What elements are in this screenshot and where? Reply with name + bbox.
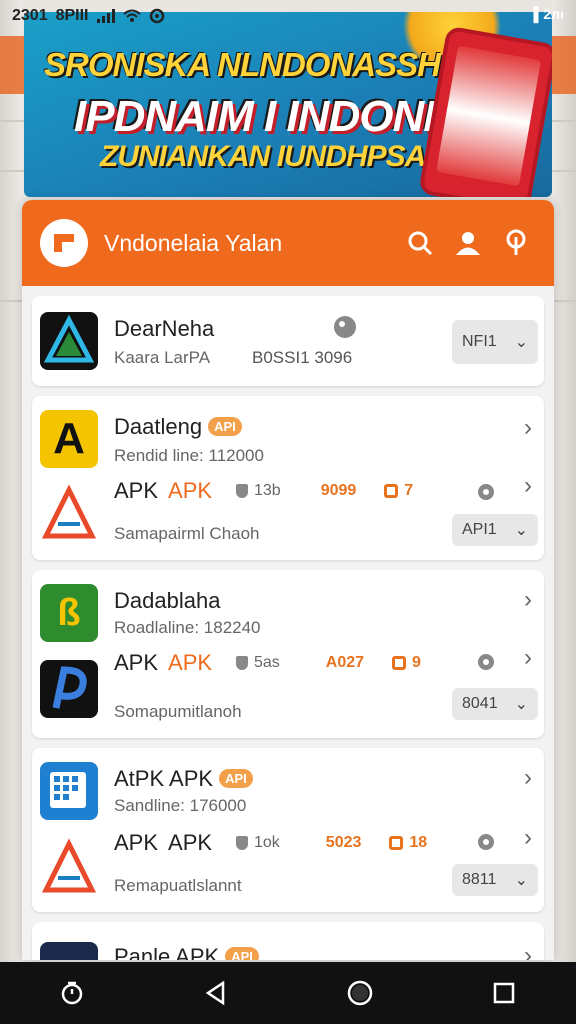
status-bar: 2301 8PIII ▌2лı — [0, 0, 576, 32]
assistant-icon[interactable] — [47, 968, 97, 1018]
item-title: Daatleng API — [114, 414, 242, 440]
chevron-down-icon: ⌄ — [514, 696, 528, 713]
item-stats: 5as A027 9 — [236, 654, 421, 672]
stat-size: 5as — [254, 654, 280, 671]
signal-icon — [96, 9, 115, 23]
item-title: Panle APK API — [114, 944, 259, 960]
version-dropdown[interactable]: NFI1 ⌄ — [452, 320, 538, 364]
list-item[interactable]: DearNeha Kaara LarPA B0SSI1 3096 NFI1 ⌄ — [32, 296, 544, 386]
app-logo — [40, 219, 88, 267]
item-code: B0SSI1 3096 — [252, 348, 353, 367]
dropdown-value: 8811 — [462, 871, 497, 888]
dropdown-value: NFI1 — [462, 333, 497, 350]
stat-version: 9 — [412, 654, 421, 671]
banner-line-1: SRONISKA NLNDONASSH — [44, 46, 441, 83]
version-dropdown[interactable]: API1 ⌄ — [452, 514, 538, 546]
chevron-right-icon[interactable]: › — [524, 942, 532, 960]
stat-size: 13b — [254, 482, 281, 499]
app-icon-secondary — [40, 838, 98, 896]
sync-icon — [149, 8, 164, 24]
stat-count: 9099 — [320, 482, 357, 499]
status-battery: ▌2лı — [533, 6, 565, 22]
api-badge: API — [219, 769, 253, 788]
apk-label: APK APK — [114, 830, 213, 855]
wifi-icon — [122, 9, 141, 22]
chevron-right-icon[interactable]: › — [524, 764, 532, 792]
box-icon — [384, 484, 399, 498]
app-header: Vndonelaia Yalan — [22, 200, 554, 286]
chevron-down-icon: ⌄ — [514, 522, 528, 539]
chevron-right-icon[interactable]: › — [524, 824, 532, 852]
background-edge-left — [0, 0, 22, 1024]
api-badge: API — [208, 417, 242, 436]
apk-label: APK APK — [114, 478, 213, 503]
list-item[interactable]: A Daatleng API Rendid line: 112000 › APK A… — [32, 396, 544, 560]
item-subtitle: Roadlaline: 182240 — [114, 618, 261, 637]
verified-icon — [334, 316, 356, 338]
item-title: Dadablaha — [114, 588, 221, 613]
app-icon-secondary — [40, 484, 98, 542]
app-icon — [40, 942, 98, 960]
banner-line-3: ZUNIANKAN IUNDHPSAN — [100, 140, 447, 173]
dropdown-value: 8041 — [462, 695, 498, 712]
shield-icon — [236, 484, 248, 498]
list-item[interactable]: ß Dadablaha Roadlaline: 182240 › APK APK … — [32, 570, 544, 738]
back-icon[interactable] — [191, 968, 241, 1018]
shield-icon — [236, 836, 248, 850]
search-icon[interactable] — [400, 223, 440, 263]
promo-banner[interactable]: SRONISKA NLNDONASSH IPDNAIM I INDONFSA! … — [24, 12, 552, 197]
app-list: DearNeha Kaara LarPA B0SSI1 3096 NFI1 ⌄ … — [22, 286, 554, 960]
chevron-right-icon[interactable]: › — [524, 644, 532, 672]
item-stats: 13b 9099 7 — [236, 482, 413, 500]
item-title: AtPK APK API — [114, 766, 253, 792]
list-item[interactable]: Panle APK API › — [32, 922, 544, 960]
settings-dot-icon[interactable] — [478, 654, 494, 670]
box-icon — [389, 836, 404, 850]
item-caption: Remapuatlslannt — [114, 876, 242, 895]
info-icon[interactable] — [496, 223, 536, 263]
app-icon: ß — [40, 584, 98, 642]
version-dropdown[interactable]: 8811 ⌄ — [452, 864, 538, 896]
home-icon[interactable] — [335, 968, 385, 1018]
chevron-right-icon[interactable]: › — [524, 586, 532, 614]
background-edge-right — [552, 0, 576, 1024]
chevron-right-icon[interactable]: › — [524, 472, 532, 500]
version-dropdown[interactable]: 8041 ⌄ — [452, 688, 538, 720]
status-network: 8PIII — [55, 7, 89, 24]
shield-icon — [236, 656, 248, 670]
recents-icon[interactable] — [479, 968, 529, 1018]
app-icon — [40, 312, 98, 370]
person-icon[interactable] — [448, 223, 488, 263]
chevron-down-icon: ⌄ — [514, 334, 528, 351]
app-icon: A — [40, 410, 98, 468]
apk-label: APK APK — [114, 650, 213, 675]
app-icon-secondary — [40, 660, 98, 718]
settings-dot-icon[interactable] — [478, 834, 494, 850]
item-subtitle: Sandline: 176000 — [114, 796, 247, 815]
stat-version: 18 — [409, 834, 428, 851]
item-caption: Somapumitlanoh — [114, 702, 242, 721]
chevron-right-icon[interactable]: › — [524, 414, 532, 442]
dropdown-value: API1 — [462, 521, 497, 538]
app-icon — [40, 762, 98, 820]
system-nav-bar — [0, 962, 576, 1024]
stat-version: 7 — [404, 482, 414, 499]
status-time: 2301 — [12, 7, 48, 24]
app-title: Vndonelaia Yalan — [104, 229, 283, 256]
api-badge: API — [225, 947, 259, 960]
box-icon — [392, 656, 407, 670]
chevron-down-icon: ⌄ — [514, 872, 528, 889]
item-subtitle: Rendid line: 112000 — [114, 446, 264, 465]
stat-count: 5023 — [325, 834, 362, 851]
app-window: Vndonelaia Yalan DearNeha Kaara LarPA B0… — [22, 200, 554, 960]
settings-dot-icon[interactable] — [478, 484, 494, 500]
item-stats: 1ok 5023 18 — [236, 834, 427, 852]
stat-count: A027 — [325, 654, 365, 671]
item-subtitle: Kaara LarPA — [114, 348, 211, 367]
list-item[interactable]: AtPK APK API Sandline: 176000 › APK APK 1o… — [32, 748, 544, 912]
stat-size: 1ok — [254, 834, 280, 851]
item-title: DearNeha — [114, 316, 215, 341]
item-caption: Samapairml Chaoh — [114, 524, 260, 543]
